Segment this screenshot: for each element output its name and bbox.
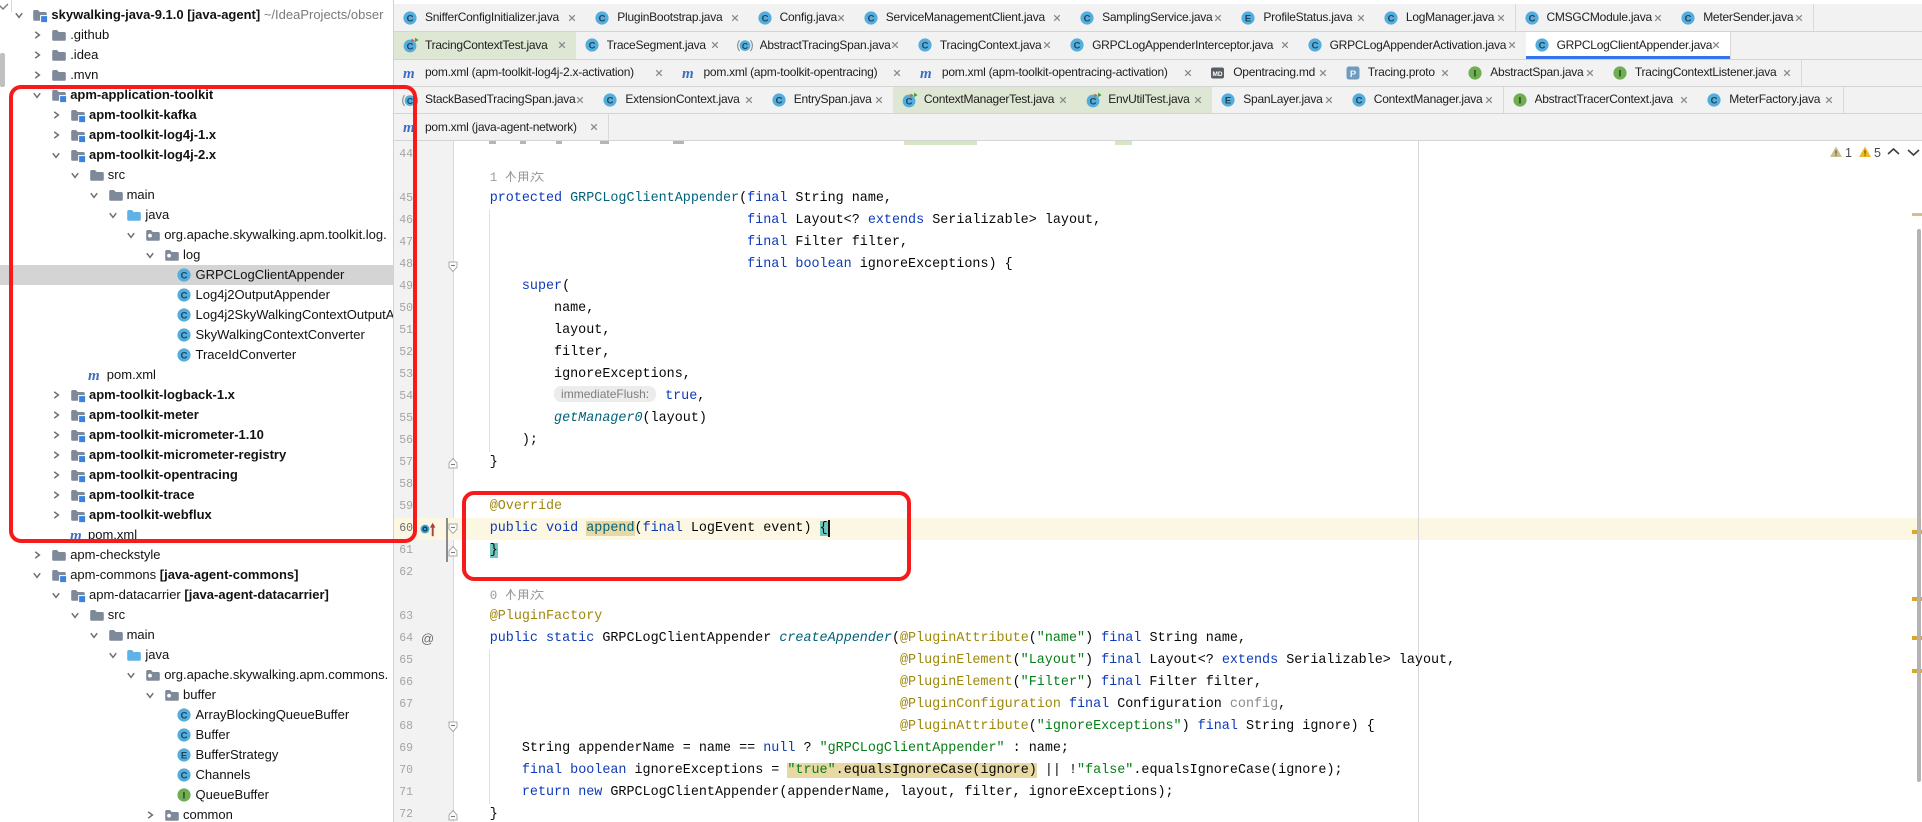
svg-text:I: I xyxy=(1518,95,1521,106)
svg-text:E: E xyxy=(1225,95,1231,106)
svg-text:C: C xyxy=(905,96,912,107)
svg-text:I: I xyxy=(1474,68,1477,79)
svg-text:C: C xyxy=(181,711,188,722)
svg-text:C: C xyxy=(1311,41,1318,52)
svg-text:C: C xyxy=(407,42,414,53)
svg-text:C: C xyxy=(921,41,928,52)
svg-text:C: C xyxy=(1387,13,1394,24)
svg-text:m: m xyxy=(920,66,932,81)
svg-text:5: 5 xyxy=(1874,146,1881,160)
svg-text:C: C xyxy=(742,41,748,51)
svg-text:E: E xyxy=(181,751,187,762)
svg-text:I: I xyxy=(183,791,186,802)
svg-text:I: I xyxy=(1619,68,1622,79)
svg-text:m: m xyxy=(682,66,694,81)
svg-text:C: C xyxy=(1685,13,1692,24)
svg-text:C: C xyxy=(181,731,188,742)
svg-text:MD: MD xyxy=(1213,71,1223,78)
svg-text:C: C xyxy=(1074,41,1081,52)
svg-text:1: 1 xyxy=(1845,146,1852,160)
svg-text:E: E xyxy=(1245,13,1251,24)
svg-text:C: C xyxy=(1090,96,1097,107)
svg-text:C: C xyxy=(867,13,874,24)
svg-text:C: C xyxy=(407,13,414,24)
svg-text:C: C xyxy=(1084,13,1091,24)
svg-text:C: C xyxy=(761,13,768,24)
svg-text:C: C xyxy=(588,41,595,52)
svg-text:C: C xyxy=(1355,95,1362,106)
svg-text:C: C xyxy=(181,771,188,782)
svg-text:C: C xyxy=(1711,95,1718,106)
svg-text:C: C xyxy=(599,13,606,24)
svg-text:C: C xyxy=(607,95,614,106)
svg-text:C: C xyxy=(1538,41,1545,52)
svg-text:m: m xyxy=(403,66,415,81)
svg-text:C: C xyxy=(1528,13,1535,24)
svg-text:P: P xyxy=(1350,69,1357,80)
svg-text:C: C xyxy=(775,95,782,106)
